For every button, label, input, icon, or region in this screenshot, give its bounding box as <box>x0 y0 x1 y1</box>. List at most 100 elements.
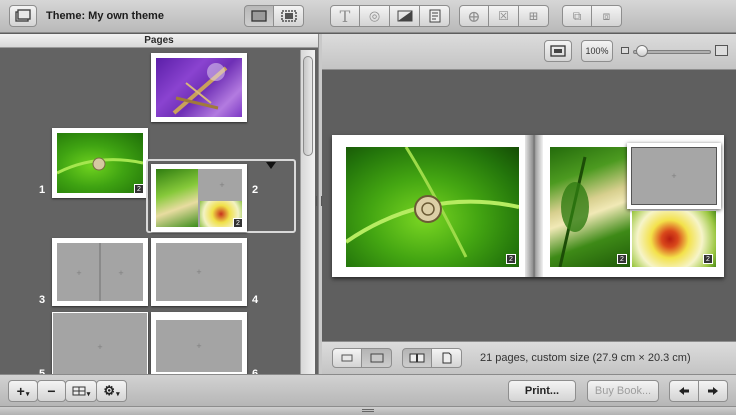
resize-grip-icon[interactable] <box>362 409 374 412</box>
placeholder-cross-icon: + <box>118 268 124 278</box>
spread-mode-group <box>402 348 462 368</box>
buy-book-button[interactable]: Buy Book... <box>587 380 659 402</box>
pages-scrollbar[interactable] <box>300 50 315 374</box>
single-page-button[interactable] <box>432 348 462 368</box>
shape-button[interactable]: ◎ <box>360 5 390 27</box>
spread-gutter <box>525 135 543 277</box>
photo-badge-icon: 2 <box>233 218 243 228</box>
shape-icon: ◎ <box>368 8 381 24</box>
add-icon: + <box>16 383 25 399</box>
placeholder-cross-icon: + <box>196 267 202 277</box>
two-page-view-button[interactable] <box>402 348 432 368</box>
zoom-in-icon[interactable] <box>715 45 728 56</box>
print-button[interactable]: Print... <box>508 380 576 402</box>
bottom-toolbar: + ▾ − ▾ ⚙ ▾ Print... Buy Book... <box>0 374 736 406</box>
snail-photo <box>346 147 519 258</box>
page-layout-icon <box>429 9 440 23</box>
theme-label: Theme: My own theme <box>46 10 164 22</box>
placeholder-cross-icon: + <box>671 171 677 181</box>
photo-badge-icon: 2 <box>703 254 713 264</box>
page-size-group <box>332 348 392 368</box>
arrow-right-icon <box>708 387 718 395</box>
page-thumbnail-2[interactable]: + 2 <box>151 164 247 232</box>
remove-icon: − <box>47 383 56 399</box>
previous-page-button[interactable] <box>669 380 699 402</box>
page-group: ⧉ ⧈ <box>562 5 622 27</box>
pages-scrollbar-thumb[interactable] <box>303 56 313 156</box>
add-page-icon: ⧉ <box>572 8 582 23</box>
page-thumbnail-1[interactable]: 2 <box>52 128 148 198</box>
windmill-photo <box>172 63 228 115</box>
zoom-out-icon[interactable] <box>621 47 629 54</box>
text-box-icon: T <box>339 6 351 26</box>
page-number-3: 3 <box>39 294 46 306</box>
menu-arrow-icon: ▾ <box>25 391 30 398</box>
action-menu-button[interactable]: ⚙ ▾ <box>96 380 127 402</box>
page-thumbnail-3[interactable]: + + <box>52 238 148 306</box>
placeholder-cross-icon: + <box>219 180 225 190</box>
spread-view-bar: 21 pages, custom size (27.9 cm × 20.3 cm… <box>322 341 736 374</box>
full-screen-view-button[interactable] <box>274 5 304 27</box>
remove-page-button[interactable]: ⧈ <box>592 5 622 27</box>
page-number-2: 2 <box>252 184 259 196</box>
placeholder-cross-icon: + <box>196 341 202 351</box>
add-page-button[interactable]: ⧉ <box>562 5 592 27</box>
small-thumbnail-button[interactable] <box>332 348 362 368</box>
page-layout-button[interactable] <box>420 5 450 27</box>
large-thumbnail-icon <box>370 353 383 363</box>
fit-spread-icon <box>550 45 566 57</box>
two-page-view-icon <box>409 353 425 363</box>
full-screen-view-icon <box>280 10 297 22</box>
placeholder-cross-icon: + <box>76 268 82 278</box>
mask-icon <box>397 10 412 22</box>
placeholder-cross-icon: + <box>97 342 103 352</box>
arrow-left-icon <box>679 387 689 395</box>
remove-button[interactable]: − <box>37 380 66 402</box>
add-text-button[interactable]: ⊕ <box>459 5 489 27</box>
add-menu-button[interactable]: + ▾ <box>8 380 38 402</box>
single-page-view-button[interactable] <box>244 5 274 27</box>
remove-page-icon: ⧈ <box>602 8 611 23</box>
add-caption-icon: ☒ <box>498 9 509 23</box>
photo-badge-icon: 2 <box>134 184 144 194</box>
next-page-button[interactable] <box>698 380 728 402</box>
spread-photo-snail[interactable]: 2 <box>346 147 519 267</box>
layout-menu-button[interactable]: ▾ <box>65 380 97 402</box>
small-thumbnail-icon <box>341 354 353 362</box>
page-thumbnail-cover[interactable] <box>151 53 247 122</box>
menu-arrow-icon: ▾ <box>86 391 91 398</box>
spread-photo-plant[interactable]: 2 <box>550 147 630 267</box>
layout-grid-icon <box>72 386 86 396</box>
format-group: T ◎ <box>330 5 450 27</box>
text-style-button[interactable]: T <box>330 5 360 27</box>
actual-size-button[interactable]: 100% <box>581 40 613 62</box>
fit-spread-button[interactable] <box>544 40 572 62</box>
view-mode-group <box>244 5 304 27</box>
photo-browser-button[interactable] <box>9 5 37 27</box>
page-thumbnail-4[interactable]: + <box>151 238 247 306</box>
menu-arrow-icon: ▾ <box>116 391 120 398</box>
page-number-4: 4 <box>252 294 259 306</box>
add-caption-button[interactable]: ☒ <box>489 5 519 27</box>
spread-photo-flower[interactable]: 2 <box>632 211 716 267</box>
page-thumbnail-6[interactable]: + <box>151 312 247 380</box>
photo-badge-icon: 2 <box>506 254 516 264</box>
add-map-button[interactable]: ⊞ <box>519 5 549 27</box>
large-thumbnail-button[interactable] <box>362 348 392 368</box>
main-toolbar: Theme: My own theme T ◎ ⊕ ☒ ⊞ ⧉ ⧈ <box>0 0 736 33</box>
pages-header: Pages <box>0 34 318 48</box>
mask-button[interactable] <box>390 5 420 27</box>
photo-badge-icon: 2 <box>617 254 627 264</box>
single-page-view-icon <box>251 10 267 22</box>
page-spread[interactable]: 2 2 + 2 <box>332 135 724 277</box>
pages-info-text: 21 pages, custom size (27.9 cm × 20.3 cm… <box>480 352 691 364</box>
photo-placeholder-frame[interactable]: + <box>627 143 721 209</box>
spread-menu-arrow-icon[interactable] <box>266 162 276 169</box>
zoom-slider-knob[interactable] <box>636 45 649 57</box>
zoom-bar: 100% <box>322 34 736 70</box>
snail-photo <box>57 157 143 175</box>
pages-pane: Pages 2 1 + 2 2 + + 3 + 4 + + <box>0 34 318 415</box>
plant-photo <box>558 156 589 267</box>
single-page-icon <box>442 352 451 364</box>
page-thumbnail-5[interactable]: + <box>52 312 148 382</box>
